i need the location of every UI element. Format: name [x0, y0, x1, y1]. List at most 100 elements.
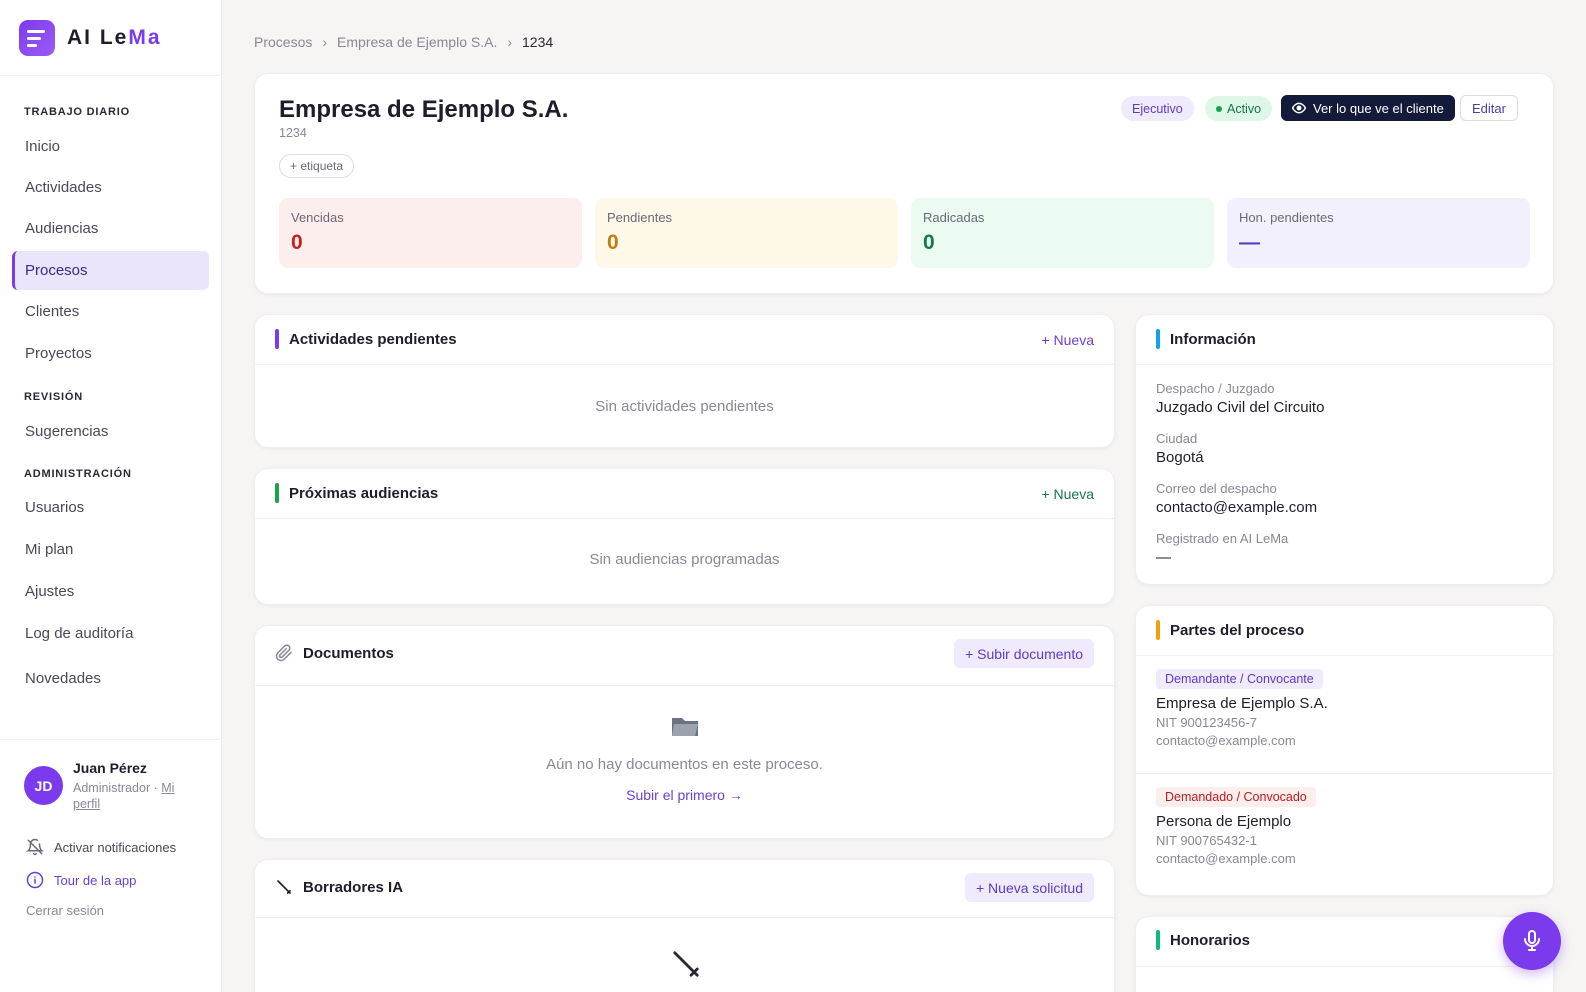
divider [0, 739, 221, 740]
tour-label: Tour de la app [54, 872, 137, 888]
party-email: contacto@example.com [1156, 851, 1296, 866]
upload-first-link[interactable]: Subir el primero → [255, 787, 1114, 803]
client-view-button[interactable]: Ver lo que ve el cliente [1281, 95, 1455, 121]
info-circle-icon [26, 871, 44, 889]
info-ciudad: Ciudad Bogotá [1156, 431, 1204, 466]
status-badge: Activo [1205, 96, 1273, 121]
menu-lines-icon [19, 20, 55, 56]
divider [255, 917, 1114, 918]
info-despacho: Despacho / Juzgado Juzgado Civil del Cir… [1156, 381, 1325, 416]
new-hearing-button[interactable]: + Nueva [1041, 486, 1094, 502]
breadcrumb: Procesos › Empresa de Ejemplo S.A. › 123… [254, 34, 553, 50]
divider [255, 518, 1114, 519]
parties-card: Partes del proceso Demandante / Convocan… [1135, 605, 1554, 896]
process-number: 1234 [279, 126, 307, 140]
drafts-title: Borradores IA [275, 878, 403, 896]
breadcrumb-empresa[interactable]: Empresa de Ejemplo S.A. [337, 34, 497, 50]
chevron-right-icon: › [507, 34, 512, 50]
party-email: contacto@example.com [1156, 733, 1296, 748]
breadcrumb-procesos[interactable]: Procesos [254, 34, 312, 50]
edit-button[interactable]: Editar [1460, 95, 1518, 121]
divider [1136, 966, 1553, 967]
sidebar-item-usuarios[interactable]: Usuarios [12, 488, 209, 527]
fees-title: Honorarios [1156, 930, 1250, 950]
sidebar-item-log-auditoria[interactable]: Log de auditoría [12, 614, 209, 653]
documents-empty: Aún no hay documentos en este proceso. [546, 756, 823, 773]
nav-section-review: REVISIÓN [24, 391, 83, 403]
sidebar-item-sugerencias[interactable]: Sugerencias [12, 412, 209, 451]
divider [255, 685, 1114, 686]
activities-title: Actividades pendientes [275, 329, 457, 349]
notifications-toggle[interactable]: Activar notificaciones [26, 838, 176, 856]
user-role: Administrador · Mi perfil [73, 781, 175, 811]
sidebar-item-procesos[interactable]: Procesos [12, 251, 209, 290]
user-name: Juan Pérez [73, 760, 147, 776]
parties-title: Partes del proceso [1156, 620, 1304, 640]
nav-section-daily: TRABAJO DIARIO [24, 106, 130, 118]
hearings-card: Próximas audiencias + Nueva Sin audienci… [254, 468, 1115, 605]
sidebar-item-novedades[interactable]: Novedades [12, 659, 209, 698]
bell-off-icon [26, 838, 44, 856]
sidebar-item-inicio[interactable]: Inicio [12, 127, 209, 166]
brand-name: AI LeMa [67, 26, 162, 49]
documents-card: Documentos + Subir documento Aún no hay … [254, 625, 1115, 839]
avatar: JD [24, 766, 63, 805]
divider [1136, 655, 1553, 656]
notifications-label: Activar notificaciones [54, 839, 177, 855]
eye-icon [1292, 102, 1306, 114]
ai-drafts-card: Borradores IA + Nueva solicitud [254, 859, 1115, 992]
stat-pendientes[interactable]: Pendientes 0 [595, 198, 898, 268]
party-nit: NIT 900123456-7 [1156, 715, 1257, 730]
activities-card: Actividades pendientes + Nueva Sin activ… [254, 314, 1115, 448]
nav-section-admin: ADMINISTRACIÓN [24, 468, 132, 480]
tour-link[interactable]: Tour de la app [26, 871, 136, 889]
sidebar-item-clientes[interactable]: Clientes [12, 292, 209, 331]
party-nit: NIT 900765432-1 [1156, 833, 1257, 848]
sidebar: AI LeMa TRABAJO DIARIO Inicio Actividade… [0, 0, 222, 992]
activities-empty: Sin actividades pendientes [595, 398, 774, 415]
logout-link[interactable]: Cerrar sesión [26, 903, 104, 918]
divider [0, 75, 221, 76]
party-role-badge: Demandante / Convocante [1156, 669, 1323, 689]
paperclip-icon [275, 644, 292, 662]
stat-radicadas[interactable]: Radicadas 0 [911, 198, 1214, 268]
stat-honorarios[interactable]: Hon. pendientes — [1227, 198, 1530, 268]
party-name: Empresa de Ejemplo S.A. [1156, 695, 1328, 712]
breadcrumb-current: 1234 [522, 34, 554, 50]
party-defendant: Demandado / Convocado Persona de Ejemplo… [1156, 787, 1316, 866]
stat-vencidas[interactable]: Vencidas 0 [279, 198, 582, 268]
role-badge: Ejecutivo [1121, 96, 1194, 121]
upload-document-button[interactable]: + Subir documento [954, 639, 1094, 668]
process-header-card: Empresa de Ejemplo S.A. 1234 + etiqueta … [254, 73, 1554, 294]
divider [255, 364, 1114, 365]
party-name: Persona de Ejemplo [1156, 813, 1292, 830]
folder-icon [672, 718, 698, 736]
microphone-icon [1524, 930, 1540, 951]
hearings-empty: Sin audiencias programadas [589, 551, 780, 568]
information-card: Información Despacho / Juzgado Juzgado C… [1135, 314, 1554, 585]
divider [1136, 364, 1553, 365]
sidebar-item-ajustes[interactable]: Ajustes [12, 572, 209, 611]
new-activity-button[interactable]: + Nueva [1041, 332, 1094, 348]
status-dot [1216, 105, 1222, 112]
documents-title: Documentos [275, 644, 394, 662]
hearings-title: Próximas audiencias [275, 483, 438, 503]
information-title: Información [1156, 329, 1256, 349]
sidebar-item-proyectos[interactable]: Proyectos [12, 334, 209, 373]
pen-icon [673, 951, 699, 977]
add-tag-button[interactable]: + etiqueta [279, 154, 355, 178]
fees-card: Honorarios [1135, 916, 1554, 992]
party-plaintiff: Demandante / Convocante Empresa de Ejemp… [1156, 669, 1328, 748]
new-request-button[interactable]: + Nueva solicitud [964, 873, 1094, 902]
divider [1136, 773, 1553, 774]
brand[interactable]: AI LeMa [19, 20, 162, 56]
page-title: Empresa de Ejemplo S.A. [279, 96, 569, 123]
voice-assistant-button[interactable] [1503, 912, 1561, 970]
info-correo: Correo del despacho contacto@example.com [1156, 481, 1318, 516]
sidebar-item-audiencias[interactable]: Audiencias [12, 209, 209, 248]
user-card: JD Juan Pérez Administrador · Mi perfil [24, 760, 191, 812]
info-registrado: Registrado en AI LeMa — [1156, 531, 1289, 566]
sidebar-item-mi-plan[interactable]: Mi plan [12, 530, 209, 569]
party-role-badge: Demandado / Convocado [1156, 787, 1316, 807]
sidebar-item-actividades[interactable]: Actividades [12, 168, 209, 207]
